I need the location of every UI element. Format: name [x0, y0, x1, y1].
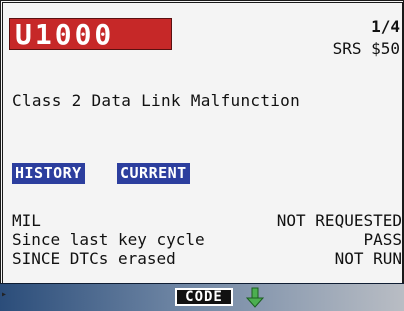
status-row-last-key-cycle: Since last key cycle PASS — [12, 230, 402, 249]
dtc-screen: U1000 1/4 SRS $50 Class 2 Data Link Malf… — [0, 0, 404, 283]
status-label: Since last key cycle — [12, 230, 205, 249]
code-button[interactable]: CODE — [175, 288, 233, 306]
status-label: SINCE DTCs erased — [12, 249, 176, 268]
status-row-since-erased: SINCE DTCs erased NOT RUN — [12, 249, 402, 268]
status-value: NOT REQUESTED — [276, 211, 402, 230]
status-label: MIL — [12, 211, 41, 230]
page-counter: 1/4 — [371, 17, 400, 36]
current-badge: CURRENT — [117, 163, 190, 184]
arrow-down-icon[interactable] — [245, 285, 265, 309]
history-badge: HISTORY — [12, 163, 85, 184]
pointer-icon: ▸ — [1, 289, 8, 300]
status-value: PASS — [363, 230, 402, 249]
dtc-description: Class 2 Data Link Malfunction — [12, 91, 301, 110]
softkey-bar: CODE — [0, 283, 404, 311]
dtc-code: U1000 — [9, 18, 172, 51]
module-id: SRS $50 — [332, 39, 400, 58]
status-row-mil: MIL NOT REQUESTED — [12, 211, 402, 230]
status-value: NOT RUN — [334, 249, 402, 268]
